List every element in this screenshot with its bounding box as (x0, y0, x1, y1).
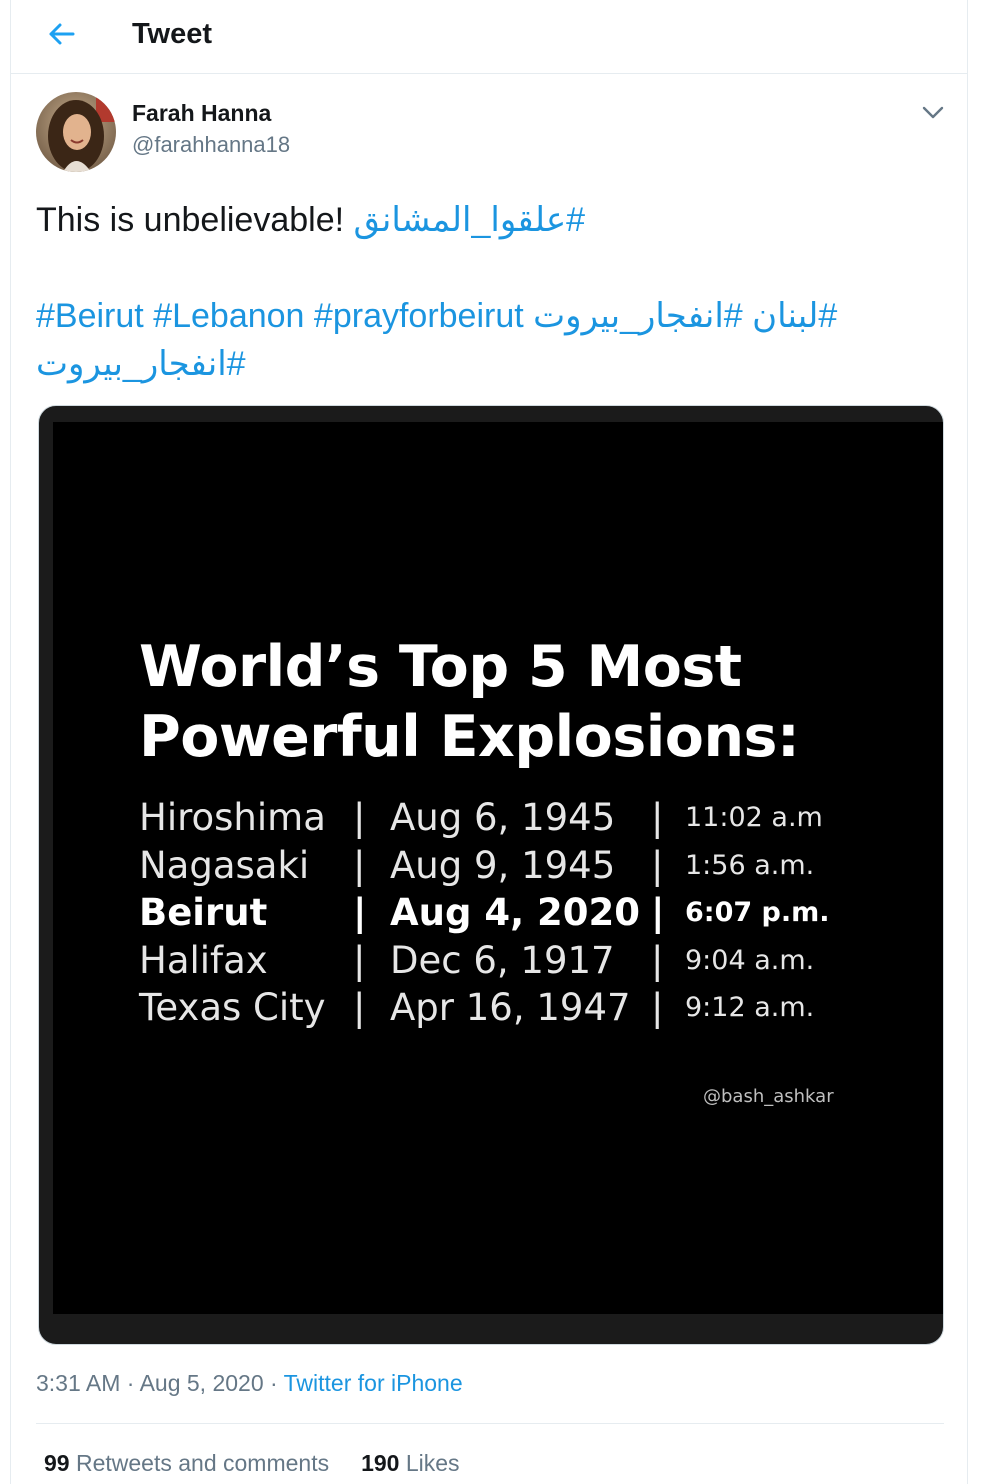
image-title: World’s Top 5 Most Powerful Explosions: (139, 632, 800, 772)
page-header: Tweet (11, 0, 967, 74)
date: Aug 4, 2020 (390, 891, 641, 934)
likes-label: Likes (405, 1450, 460, 1476)
image-title-line: Powerful Explosions: (139, 704, 800, 770)
separator: | (353, 986, 366, 1029)
time: 11:02 a.m (685, 802, 823, 833)
time: 9:04 a.m. (685, 944, 815, 976)
tweet-text-plain: This is unbelievable! (36, 201, 354, 239)
date: Dec 6, 1917 (390, 938, 615, 982)
separator: | (651, 891, 665, 934)
tweet-date[interactable]: Aug 5, 2020 (140, 1370, 264, 1396)
image-content: World’s Top 5 Most Powerful Explosions: … (53, 422, 943, 1314)
more-options-button[interactable] (917, 96, 949, 128)
tweet-stats: 99 Retweets and comments 190 Likes (44, 1450, 460, 1477)
date: Aug 9, 1945 (390, 843, 616, 887)
hashtag-link[interactable]: #انفجار_بيروت (533, 297, 743, 335)
avatar-image (36, 92, 116, 172)
separator: | (651, 796, 664, 839)
image-title-line: World’s Top 5 Most (139, 634, 742, 700)
separator: | (651, 986, 664, 1029)
tweet-page: Tweet Farah Hanna @farahhanna18 This is (10, 0, 968, 1484)
city: Texas City (139, 986, 326, 1029)
separator: | (353, 796, 366, 839)
tweet-text: This is unbelievable! #علقوا_المشانق #Be… (36, 196, 936, 388)
likes-count: 190 (361, 1450, 400, 1476)
image-credit: @bash_ashkar (703, 1086, 834, 1107)
separator-dot: · (263, 1370, 284, 1396)
hashtag-link[interactable]: #Beirut (36, 297, 144, 335)
separator: | (651, 843, 664, 887)
divider (36, 1423, 944, 1424)
date: Apr 16, 1947 (390, 986, 631, 1029)
retweets-label: Retweets and comments (75, 1450, 330, 1476)
tweet-image[interactable]: World’s Top 5 Most Powerful Explosions: … (38, 405, 944, 1345)
author-name[interactable]: Farah Hanna (132, 100, 271, 127)
tweet-line-2: #Beirut #Lebanon #prayforbeirut #انفجار_… (36, 292, 936, 340)
arrow-left-icon (49, 23, 75, 45)
city: Nagasaki (139, 843, 310, 887)
hashtag-link[interactable]: #prayforbeirut (314, 297, 524, 335)
likes-stat[interactable]: 190 Likes (361, 1450, 459, 1476)
tweet-line-1: This is unbelievable! #علقوا_المشانق (36, 196, 936, 244)
tweet-line-3: #انفجار_بيروت (36, 340, 936, 388)
separator-dot: · (120, 1370, 140, 1396)
hashtag-link[interactable]: #Lebanon (153, 297, 304, 335)
avatar[interactable] (36, 92, 116, 172)
tweet-time[interactable]: 3:31 AM (36, 1370, 120, 1396)
hashtag-link[interactable]: #لبنان (752, 297, 837, 335)
date: Aug 6, 1945 (390, 796, 616, 839)
separator: | (651, 938, 664, 982)
author-handle[interactable]: @farahhanna18 (132, 132, 290, 158)
time: 6:07 p.m. (685, 897, 830, 928)
back-button[interactable] (41, 14, 81, 54)
city: Halifax (139, 938, 268, 982)
tweet-meta: 3:31 AM · Aug 5, 2020 · Twitter for iPho… (36, 1370, 463, 1397)
retweets-count: 99 (44, 1450, 70, 1476)
page-title: Tweet (132, 18, 213, 50)
separator: | (353, 938, 366, 982)
city: Beirut (139, 891, 268, 934)
time: 1:56 a.m. (685, 849, 815, 881)
retweets-stat[interactable]: 99 Retweets and comments (44, 1450, 329, 1476)
chevron-down-icon (922, 106, 944, 119)
hashtag-link[interactable]: #علقوا_المشانق (354, 201, 586, 239)
city: Hiroshima (139, 796, 326, 839)
separator: | (353, 843, 366, 887)
hashtag-link[interactable]: #انفجار_بيروت (36, 345, 246, 383)
tweet-source-link[interactable]: Twitter for iPhone (284, 1370, 463, 1396)
time: 9:12 a.m. (685, 992, 815, 1023)
separator: | (353, 891, 367, 934)
